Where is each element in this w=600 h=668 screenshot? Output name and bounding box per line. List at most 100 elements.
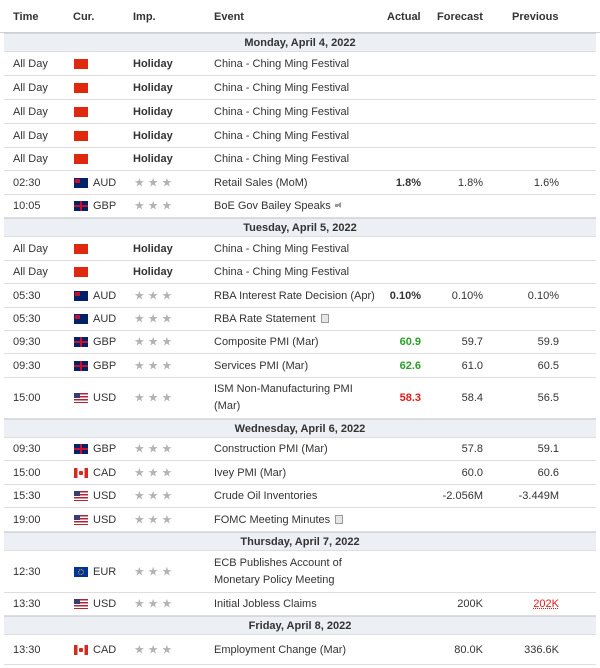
star-icon: ★: [147, 288, 159, 302]
event-name[interactable]: BoE Gov Bailey Speaks: [214, 200, 343, 212]
event-title[interactable]: ECB Publishes Account of Monetary Policy…: [214, 557, 342, 586]
event-title[interactable]: Initial Jobless Claims: [214, 598, 317, 610]
event-name[interactable]: Employment Change (Mar): [214, 644, 346, 656]
table-row[interactable]: 19:00 USD ★ ★ ★ FOMC Meeting Minutes: [4, 508, 596, 532]
table-row[interactable]: 05:30 AUD ★ ★ ★ RBA Interest Rate Decision (A…: [4, 284, 596, 308]
event-name[interactable]: Crude Oil Inventories: [214, 490, 317, 502]
table-row[interactable]: All Day Holiday China - Ching Ming Festiva…: [4, 237, 596, 261]
event-name[interactable]: Composite PMI (Mar): [214, 336, 319, 348]
previous-value[interactable]: 202K: [533, 598, 559, 610]
event-title[interactable]: BoE Gov Bailey Speaks: [214, 200, 331, 212]
event-title[interactable]: FOMC Meeting Minutes: [214, 514, 330, 526]
table-row[interactable]: 09:30 GBP ★ ★ ★ Services PMI (Mar) 62.6 61.0 60.…: [4, 355, 596, 378]
importance-rating: ★ ★ ★: [134, 565, 175, 578]
importance-rating: ★ ★ ★: [134, 289, 175, 302]
document-icon[interactable]: [320, 314, 329, 323]
table-row[interactable]: All Day Holiday China - Ching Ming Festiva…: [4, 100, 596, 124]
event-name[interactable]: China - Ching Ming Festival: [214, 153, 349, 165]
event-title[interactable]: Employment Change (Mar): [214, 644, 346, 656]
table-row[interactable]: 15:00 USD ★ ★ ★ ISM Non-Manufacturing PMI (Ma…: [4, 378, 596, 419]
currency-code: AUD: [93, 313, 117, 325]
event-name[interactable]: Services PMI (Mar): [214, 360, 308, 372]
event-name[interactable]: Initial Jobless Claims: [214, 598, 317, 610]
header-forecast[interactable]: Forecast: [437, 11, 483, 23]
table-row[interactable]: All Day Holiday China - Ching Ming Festiva…: [4, 76, 596, 100]
event-title[interactable]: Crude Oil Inventories: [214, 490, 317, 502]
event-title[interactable]: China - Ching Ming Festival: [214, 130, 349, 142]
event-name[interactable]: ISM Non-Manufacturing PMI (Mar): [214, 381, 374, 415]
table-row[interactable]: All Day Holiday China - Ching Ming Festiva…: [4, 261, 596, 284]
importance-rating: ★ ★ ★: [134, 443, 175, 456]
event-title[interactable]: China - Ching Ming Festival: [214, 266, 349, 278]
header-currency[interactable]: Cur.: [73, 11, 94, 23]
event-name[interactable]: China - Ching Ming Festival: [214, 82, 349, 94]
star-icon: ★: [147, 198, 159, 213]
date-label: Wednesday, April 6, 2022: [234, 422, 366, 435]
table-row[interactable]: 13:30 CAD ★ ★ ★ Employment Change (Mar) 80.0K 3…: [4, 635, 596, 665]
event-name[interactable]: China - Ching Ming Festival: [214, 58, 349, 70]
event-time: All Day: [13, 129, 48, 142]
header-event[interactable]: Event: [214, 11, 244, 23]
table-row[interactable]: All Day Holiday China - Ching Ming Festiva…: [4, 124, 596, 148]
event-title[interactable]: China - Ching Ming Festival: [214, 106, 349, 118]
table-row[interactable]: 09:30 GBP ★ ★ ★ Composite PMI (Mar) 60.9 59.7 59…: [4, 331, 596, 354]
event-title[interactable]: China - Ching Ming Festival: [214, 82, 349, 94]
forecast-value: 60.0: [461, 466, 483, 479]
event-title[interactable]: ISM Non-Manufacturing PMI (Mar): [214, 383, 353, 412]
importance-rating: ★ ★ ★: [134, 336, 175, 349]
event-title[interactable]: China - Ching Ming Festival: [214, 243, 349, 255]
event-name[interactable]: Retail Sales (MoM): [214, 177, 308, 189]
table-row[interactable]: 02:30 AUD ★ ★ ★ Retail Sales (MoM) 1.8% 1.8% 1.6…: [4, 171, 596, 195]
star-icon: ★: [134, 198, 145, 213]
event-name[interactable]: RBA Rate Statement: [214, 313, 329, 325]
event-name[interactable]: China - Ching Ming Festival: [214, 243, 349, 255]
currency-code: GBP: [93, 443, 117, 455]
header-actual[interactable]: Actual: [387, 11, 421, 23]
event-title[interactable]: China - Ching Ming Festival: [214, 58, 349, 70]
event-title[interactable]: Composite PMI (Mar): [214, 336, 319, 348]
event-name[interactable]: ECB Publishes Account of Monetary Policy…: [214, 555, 374, 589]
event-name[interactable]: FOMC Meeting Minutes: [214, 514, 344, 526]
table-row[interactable]: 05:30 AUD ★ ★ ★ RBA Rate Statement: [4, 308, 596, 331]
event-title[interactable]: RBA Interest Rate Decision (Apr): [214, 290, 375, 302]
flag-usd-icon: [74, 599, 88, 609]
table-row[interactable]: 10:05 GBP ★ ★ ★ BoE Gov Bailey Speaks: [4, 195, 596, 218]
star-icon: ★: [161, 564, 173, 578]
event-time: 09:30: [13, 360, 41, 372]
forecast-value: 57.8: [461, 443, 483, 455]
star-icon: ★: [161, 288, 173, 302]
table-row[interactable]: 13:30 USD ★ ★ ★ Initial Jobless Claims 200K 202…: [4, 593, 596, 616]
event-name[interactable]: Construction PMI (Mar): [214, 443, 328, 455]
currency-code: GBP: [93, 360, 117, 372]
actual-value: 1.8%: [395, 176, 421, 189]
previous-value: 59.9: [537, 336, 559, 348]
previous-value: 336.6K: [524, 643, 559, 656]
header-time[interactable]: Time: [13, 11, 38, 23]
date-row: Thursday, April 7, 2022: [4, 532, 596, 551]
event-name[interactable]: China - Ching Ming Festival: [214, 266, 349, 278]
speaker-icon[interactable]: [334, 202, 343, 209]
event-title[interactable]: Retail Sales (MoM): [214, 177, 308, 189]
event-title[interactable]: Construction PMI (Mar): [214, 443, 328, 455]
event-time: 15:00: [13, 466, 41, 479]
event-title[interactable]: Ivey PMI (Mar): [214, 467, 286, 479]
table-row[interactable]: 15:30 USD ★ ★ ★ Crude Oil Inventories -2.056M -…: [4, 485, 596, 508]
table-row[interactable]: All Day Holiday China - Ching Ming Festiva…: [4, 52, 596, 76]
event-name[interactable]: China - Ching Ming Festival: [214, 106, 349, 118]
event-title[interactable]: China - Ching Ming Festival: [214, 153, 349, 165]
table-row[interactable]: 15:00 CAD ★ ★ ★ Ivey PMI (Mar) 60.0 60.6: [4, 461, 596, 485]
star-icon: ★: [134, 596, 145, 611]
currency-code: USD: [93, 598, 117, 610]
event-title[interactable]: Services PMI (Mar): [214, 360, 308, 372]
document-icon[interactable]: [335, 514, 344, 524]
forecast-value: 59.7: [461, 336, 483, 348]
event-title[interactable]: RBA Rate Statement: [214, 313, 316, 325]
header-importance[interactable]: Imp.: [133, 11, 156, 23]
table-row[interactable]: All Day Holiday China - Ching Ming Festiva…: [4, 148, 596, 171]
table-row[interactable]: 09:30 GBP ★ ★ ★ Construction PMI (Mar) 57.8 59.…: [4, 438, 596, 461]
header-previous[interactable]: Previous: [512, 11, 558, 23]
event-name[interactable]: RBA Interest Rate Decision (Apr): [214, 290, 375, 302]
event-name[interactable]: China - Ching Ming Festival: [214, 130, 349, 142]
event-name[interactable]: Ivey PMI (Mar): [214, 467, 286, 479]
table-row[interactable]: 12:30 EUR ★ ★ ★ ECB Publishes Account of Mone…: [4, 551, 596, 593]
